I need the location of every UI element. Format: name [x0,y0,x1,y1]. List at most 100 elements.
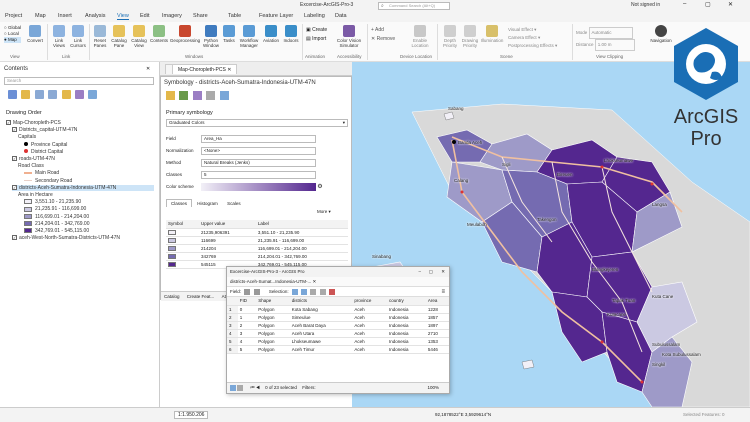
class-symbol-swatch[interactable] [166,228,199,237]
table-cell[interactable]: 5446 [425,345,449,354]
toc-item[interactable]: Road Class [18,163,44,169]
toc-item[interactable]: Province Capital [24,142,67,148]
catalog-view-button[interactable]: Catalog View [129,25,149,48]
table-cell[interactable]: Polygon [256,337,290,346]
column-header[interactable]: Upper value [199,220,256,229]
visual-effect-dropdown[interactable]: Visual Effect ▾ [508,26,557,34]
symbol-layers-icon[interactable] [192,91,202,100]
table-row[interactable]: 5 4 Polygon Lhokseumawe Aceh Indonesia 1353 [227,337,449,346]
tasks-button[interactable]: Tasks [221,25,237,43]
table-cell[interactable]: Indonesia [387,329,426,338]
row-number[interactable]: 4 [227,329,238,338]
catalog-pane-button[interactable]: Catalog Pane [109,25,129,48]
close-button[interactable]: ✕ [441,267,445,277]
row-number[interactable]: 3 [227,321,238,330]
table-row[interactable]: 4 3 Polygon Aceh Utara Aceh Indonesia 2710 [227,329,449,338]
tab-map-choropleth[interactable]: Map-Choropleth-PCS ✕ [172,64,238,74]
symbology-class-row[interactable]: 214204 116,699.01 - 214,204.00 [166,244,348,253]
tab-insert[interactable]: Insert [58,13,72,19]
row-number[interactable]: 5 [227,337,238,346]
scale-dropdown[interactable]: 1:1.950.206 [174,411,209,419]
table-row[interactable]: 1 0 Polygon Kota Sabang Aceh Indonesia 1228 [227,305,449,314]
maximize-button[interactable]: ▢ [429,267,433,277]
table-view-icon[interactable] [230,384,236,391]
toc-item[interactable]: ✓ roads-UTM-47N [12,156,55,162]
table-cell[interactable]: Aceh Utara [289,329,353,338]
province-capital-marker[interactable] [452,140,456,144]
table-cell[interactable]: Aceh [352,337,388,346]
toc-item[interactable]: ✓ Map-Choropleth-PCS [6,120,61,126]
symbology-class-row[interactable]: 116699 21,235.91 - 116,699.00 [166,236,348,245]
remove-button[interactable]: ✕ Remove [371,35,395,44]
list-by-selection-icon[interactable] [34,90,44,99]
distance-field[interactable]: Distance 1.00 m [576,39,635,51]
toc-item[interactable]: 116,699.01 - 214,204.00 [24,214,89,220]
close-icon[interactable]: ✕ [146,66,150,72]
first-page-icon[interactable]: ⏮ [251,385,255,390]
minimize-button[interactable]: – [683,1,686,7]
district-capital-marker[interactable] [460,190,464,194]
layer-visibility-checkbox[interactable]: ✓ [12,156,17,162]
toc-item[interactable]: 21,235.91 - 116,699.00 [24,206,86,212]
list-by-editing-icon[interactable] [48,90,58,99]
geoprocessing-button[interactable]: Geoprocessing [169,25,201,43]
subtab-classes[interactable]: Classes [166,199,193,207]
close-button[interactable]: ✕ [728,1,733,8]
table-cell[interactable]: Polygon [256,321,290,330]
table-cell[interactable]: Aceh [352,321,388,330]
class-color-swatch[interactable] [168,261,176,267]
class-symbol-swatch[interactable] [166,252,199,261]
layer-visibility-checkbox[interactable]: ✓ [12,127,17,133]
column-header[interactable]: Symbol [166,220,199,229]
camera-effect-dropdown[interactable]: Camera Effect ▾ [508,34,557,42]
toc-item[interactable]: 3,551.10 - 21,235.90 [24,199,81,205]
table-cell[interactable]: Polygon [256,305,290,314]
color-scheme-dropdown[interactable] [201,182,316,191]
column-header[interactable]: FID [237,297,257,306]
aviation-button[interactable]: Aviation [261,25,281,43]
class-label[interactable]: 3,551.10 - 21,235.90 [255,228,348,237]
gear-icon[interactable]: ⚙ [317,184,322,190]
table-cell[interactable]: Aceh [352,313,388,322]
convert-button[interactable]: Convert [25,25,45,43]
tab-analysis[interactable]: Analysis [85,13,105,19]
add-button[interactable]: + Add [371,26,395,35]
zoom-level[interactable]: 100% [427,383,439,393]
tab-view[interactable]: View [117,13,129,20]
menu-icon[interactable]: ≡ [441,287,445,297]
tab-feature-layer[interactable]: Feature Layer [259,13,293,19]
link-cursors-button[interactable]: Link Cursors [68,25,88,48]
depth-priority-button[interactable]: Depth Priority [440,25,460,48]
advanced-symbology-icon[interactable] [206,91,216,100]
command-search-input[interactable]: ⌕ Command Search (Alt+Q) [378,2,450,10]
row-number[interactable]: 2 [227,313,238,322]
delete-selection-icon[interactable] [328,288,335,295]
district-capital-marker[interactable] [650,182,654,186]
class-symbol-swatch[interactable] [166,260,199,269]
symbology-class-row[interactable]: 21235,906391 3,551.10 - 21,235.90 [166,228,348,237]
table-cell[interactable]: 1353 [425,337,449,346]
table-cell[interactable]: Indonesia [387,313,426,322]
class-upper-value[interactable]: 214204 [199,244,256,253]
calculate-field-icon[interactable] [253,288,260,295]
table-cell[interactable]: Indonesia [387,321,426,330]
tab-data[interactable]: Data [335,13,347,19]
toc-item[interactable]: Area in Hectare [18,192,53,198]
illumination-button[interactable]: Illumination [480,25,504,43]
table-cell[interactable]: Aceh Timur [289,345,353,354]
tab-project[interactable]: Project [5,13,22,19]
table-cell[interactable]: Indonesia [387,337,426,346]
mode-field[interactable]: Mode Automatic [576,27,635,39]
column-header[interactable]: districts [289,297,353,306]
class-color-swatch[interactable] [168,253,176,259]
column-header[interactable]: province [352,297,388,306]
toc-item[interactable]: ✓ Districts_capital-UTM-47N [12,127,77,133]
tab-catalog[interactable]: Catalog [161,294,183,299]
row-number[interactable]: 6 [227,345,238,354]
reset-panes-button[interactable]: Reset Panes [91,25,109,48]
toc-item[interactable]: Main Road [24,170,59,176]
contents-search-input[interactable]: Search [4,77,154,85]
district-polygon[interactable] [521,359,535,370]
table-cell[interactable]: 3 [237,329,257,338]
table-cell[interactable]: 5 [237,345,257,354]
